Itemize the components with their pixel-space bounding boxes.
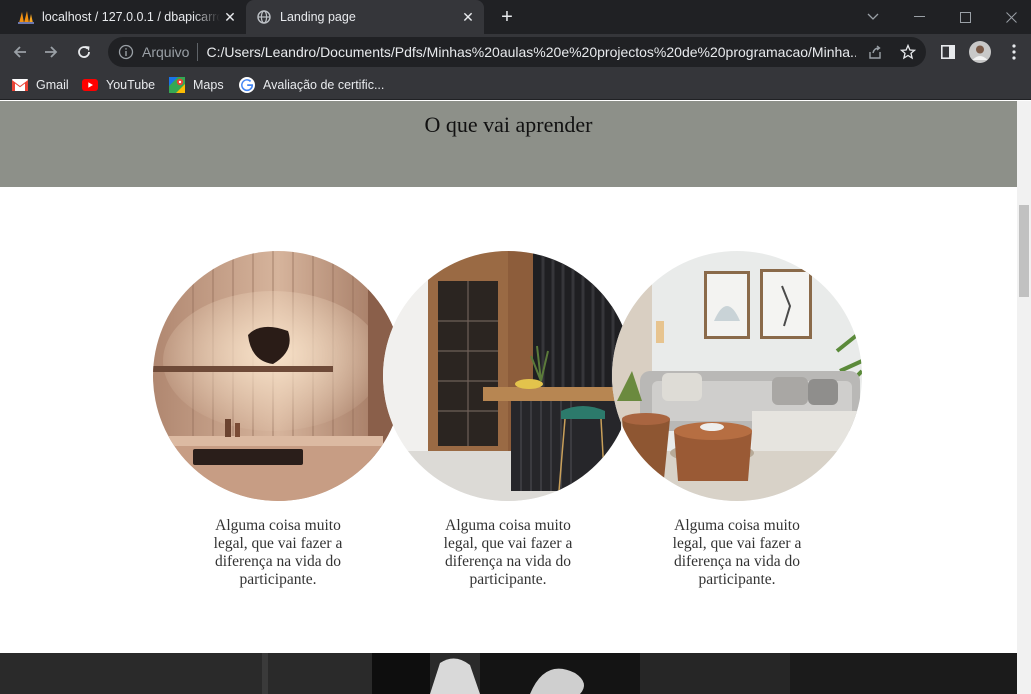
close-window-button[interactable] — [996, 0, 1026, 34]
info-icon[interactable] — [118, 44, 134, 60]
reload-icon[interactable] — [70, 38, 98, 66]
menu-kebab-icon[interactable] — [1000, 38, 1028, 66]
browser-toolbar: Arquivo C:/Users/Leandro/Documents/Pdfs/… — [0, 34, 1031, 70]
tab-strip: localhost / 127.0.0.1 / dbapicarros ✕ La… — [0, 0, 1031, 34]
bookmarks-bar: Gmail YouTube Maps Avaliação de certific… — [0, 70, 1031, 100]
new-tab-button[interactable]: + — [495, 6, 519, 28]
minimize-button[interactable] — [904, 0, 934, 34]
address-divider — [197, 43, 199, 61]
youtube-icon — [82, 77, 98, 93]
bookmark-label: Gmail — [36, 78, 69, 92]
back-arrow-icon[interactable] — [6, 38, 34, 66]
bookmark-gmail[interactable]: Gmail — [12, 76, 69, 94]
close-tab-icon[interactable]: ✕ — [458, 7, 478, 27]
gmail-icon — [12, 77, 28, 93]
maximize-button[interactable] — [950, 0, 980, 34]
bookmark-star-icon[interactable] — [899, 43, 917, 61]
card-caption-1: Alguma coisa muito legal, que vai fazer … — [213, 517, 343, 588]
google-icon — [239, 77, 255, 93]
side-panel-icon[interactable] — [934, 38, 962, 66]
bookmark-maps[interactable]: Maps — [169, 76, 224, 94]
address-bar[interactable]: Arquivo C:/Users/Leandro/Documents/Pdfs/… — [108, 37, 926, 67]
share-icon[interactable] — [866, 43, 884, 61]
card-caption-3: Alguma coisa muito legal, que vai fazer … — [672, 517, 802, 588]
page-scrollbar[interactable] — [1017, 101, 1031, 694]
bookmark-avaliacao[interactable]: Avaliação de certific... — [239, 76, 384, 94]
section-header-band: O que vai aprender — [0, 101, 1017, 187]
tab-phpmyadmin[interactable]: localhost / 127.0.0.1 / dbapicarros ✕ — [8, 0, 246, 34]
maps-icon — [169, 77, 185, 93]
url-text[interactable]: C:/Users/Leandro/Documents/Pdfs/Minhas%2… — [206, 44, 856, 60]
tab-title: localhost / 127.0.0.1 / dbapicarros — [42, 10, 220, 24]
card-caption-2: Alguma coisa muito legal, que vai fazer … — [443, 517, 573, 588]
card-image-1 — [153, 251, 403, 501]
next-section-image — [0, 653, 1017, 694]
file-scheme-label: Arquivo — [142, 44, 190, 60]
bookmark-label: YouTube — [106, 78, 156, 92]
card-image-3 — [612, 251, 862, 501]
bookmark-label: Maps — [193, 78, 224, 92]
card-image-2 — [383, 251, 633, 501]
profile-avatar[interactable] — [966, 38, 994, 66]
page-viewport: O que vai aprender Alguma coisa muito le… — [0, 101, 1017, 694]
bookmark-label: Avaliação de certific... — [263, 78, 385, 92]
tab-search-chevron-icon[interactable] — [860, 0, 886, 34]
section-title: O que vai aprender — [424, 112, 593, 137]
bookmark-youtube[interactable]: YouTube — [82, 76, 155, 94]
tab-title: Landing page — [280, 10, 356, 24]
tab-landing-page[interactable]: Landing page ✕ — [246, 0, 484, 34]
scrollbar-thumb[interactable] — [1019, 205, 1029, 297]
forward-arrow-icon[interactable] — [37, 38, 65, 66]
phpmyadmin-icon — [18, 9, 34, 25]
globe-icon — [256, 9, 272, 25]
close-tab-icon[interactable]: ✕ — [220, 7, 240, 27]
